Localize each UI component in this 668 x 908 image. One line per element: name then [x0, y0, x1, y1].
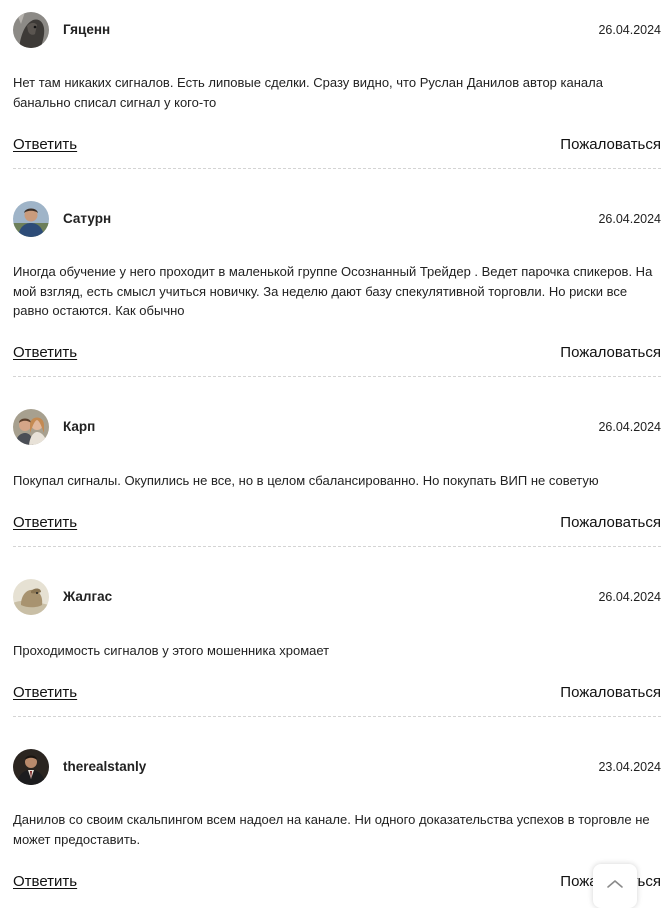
comment-header: Жалгас 26.04.2024	[13, 579, 661, 615]
report-link[interactable]: Пожаловаться	[560, 684, 661, 702]
comment-author: Сатурн	[63, 211, 112, 226]
comment-header: Сатурн 26.04.2024	[13, 201, 661, 237]
reply-link[interactable]: Ответить	[13, 514, 77, 532]
reply-link[interactable]: Ответить	[13, 344, 77, 362]
reply-link[interactable]: Ответить	[13, 873, 77, 891]
comment-author: Карп	[63, 419, 96, 434]
comment-text: Проходимость сигналов у этого мошенника …	[13, 643, 330, 658]
comment-date: 26.04.2024	[598, 420, 661, 434]
comment-text: Данилов со своим скальпингом всем надоел…	[13, 812, 650, 847]
comment-text: Иногда обучение у него проходит в малень…	[13, 264, 653, 318]
avatar	[13, 749, 49, 785]
comment-date: 26.04.2024	[598, 23, 661, 37]
scroll-to-top-button[interactable]	[593, 864, 637, 908]
comment-date: 23.04.2024	[598, 760, 661, 774]
report-link[interactable]: Пожаловаться	[560, 136, 661, 154]
comment-author: Жалгас	[63, 589, 113, 604]
comment-divider	[13, 546, 661, 547]
avatar	[13, 409, 49, 445]
comment-header: therealstanly 23.04.2024	[13, 749, 661, 785]
reply-link[interactable]: Ответить	[13, 684, 77, 702]
avatar	[13, 201, 49, 237]
chevron-up-icon	[607, 880, 623, 888]
comment-date: 26.04.2024	[598, 212, 661, 226]
comment-date: 26.04.2024	[598, 590, 661, 604]
comment-divider	[13, 376, 661, 377]
comment-divider	[13, 168, 661, 169]
avatar	[13, 12, 49, 48]
comment-divider	[13, 716, 661, 717]
comment-author: Гяценн	[63, 22, 111, 37]
avatar	[13, 579, 49, 615]
comment-text: Нет там никаких сигналов. Есть липовые с…	[13, 75, 603, 110]
comment-header: Карп 26.04.2024	[13, 409, 661, 445]
comment-header: Гяценн 26.04.2024	[13, 12, 661, 48]
comment-text: Покупал сигналы. Окупились не все, но в …	[13, 473, 599, 488]
report-link[interactable]: Пожаловаться	[560, 514, 661, 532]
comment-author: therealstanly	[63, 759, 147, 774]
reply-link[interactable]: Ответить	[13, 136, 77, 154]
report-link[interactable]: Пожаловаться	[560, 344, 661, 362]
